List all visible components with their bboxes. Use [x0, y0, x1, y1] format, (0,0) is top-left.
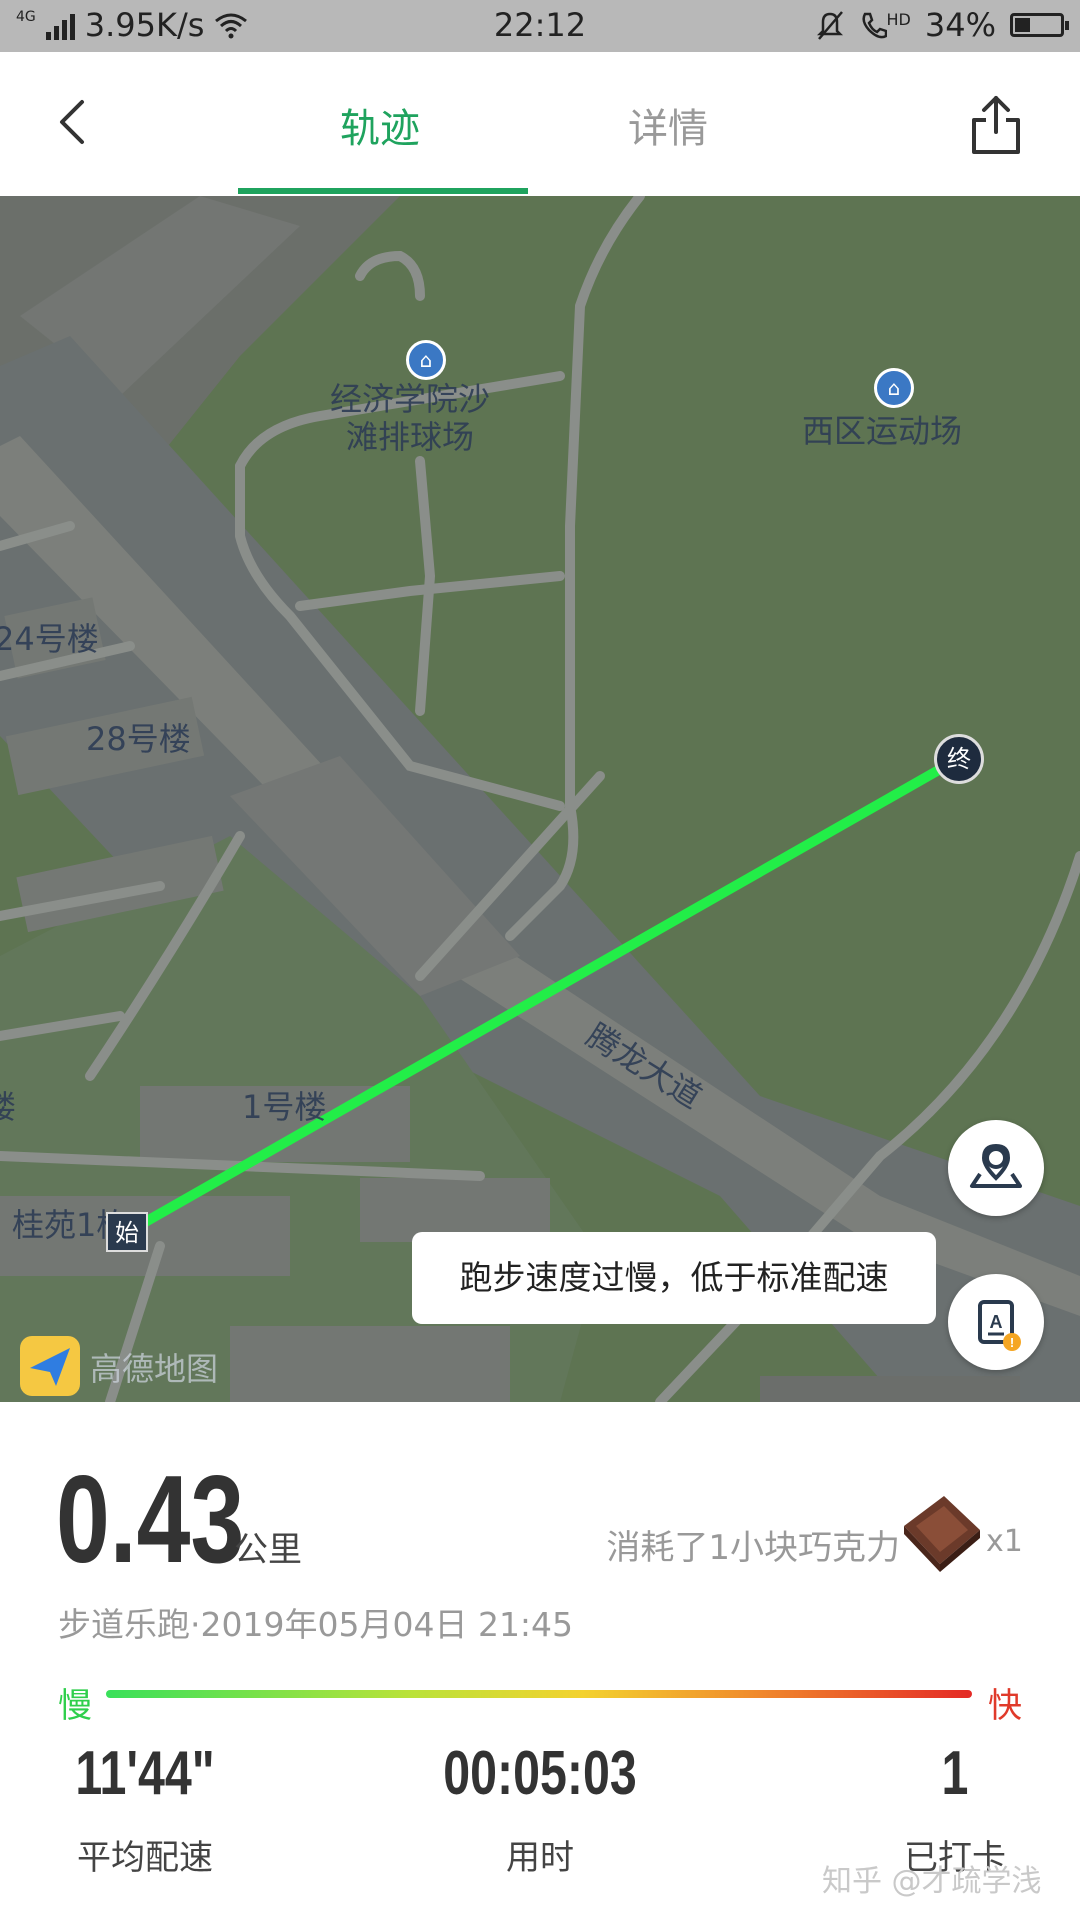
map-provider-logo-text: 高德地图 [90, 1350, 219, 1388]
battery-icon [1010, 13, 1069, 37]
back-icon[interactable] [46, 92, 106, 152]
amap-logo-icon [20, 1336, 80, 1396]
checkin-value: 1 [941, 1739, 969, 1808]
avg-pace-value: 11'44" [75, 1739, 215, 1808]
start-marker[interactable]: 始 [106, 1212, 148, 1252]
map-canvas [0, 196, 1080, 1402]
report-button[interactable]: A ! [948, 1274, 1044, 1370]
status-bar: 4G 3.95K/s 22:12 HD 34% [0, 0, 1080, 52]
pace-warning-toast: 跑步速度过慢，低于标准配速 [412, 1232, 936, 1324]
report-warning-icon: A ! [978, 1300, 1021, 1351]
fast-label: 快 [988, 1686, 1022, 1726]
location-pin-icon [970, 1143, 1022, 1188]
poi-label-beach-volleyball[interactable]: 经济学院沙 滩排球场 [330, 380, 490, 456]
run-summary-panel: 0.43 公里 消耗了1小块巧克力 x1 步道乐跑·2019年05月04日 21… [0, 1402, 1080, 1920]
battery-percent: 34% [924, 6, 996, 44]
distance-value: 0.43 [56, 1451, 245, 1589]
avg-pace-label: 平均配速 [77, 1838, 213, 1878]
location-button[interactable] [948, 1120, 1044, 1216]
distance-unit: 公里 [234, 1530, 302, 1570]
share-icon[interactable] [966, 92, 1026, 158]
chocolate-icon [904, 1496, 980, 1572]
building-label-28: 28号楼 [86, 720, 191, 758]
bell-muted-icon [816, 11, 843, 40]
hd-label: HD [886, 10, 911, 29]
tab-track[interactable]: 轨迹 [340, 96, 420, 154]
building-label-edge: 楼 [0, 1088, 17, 1126]
end-marker[interactable]: 终 [934, 734, 984, 784]
calories-multiplier: x1 [986, 1524, 1023, 1559]
slow-label: 慢 [58, 1686, 92, 1726]
poi-volleyball-icon[interactable]: ⌂ [406, 340, 446, 380]
calories-text: 消耗了1小块巧克力 [606, 1528, 900, 1568]
poi-stadium-icon[interactable]: ⌂ [874, 368, 914, 408]
status-right: HD 34% [815, 6, 1069, 44]
svg-text:!: ! [1010, 1335, 1014, 1350]
watermark: 知乎 @才疏学浅 [822, 1864, 1042, 1899]
tab-detail[interactable]: 详情 [628, 96, 708, 154]
header: 轨迹 详情 [0, 52, 1080, 196]
run-meta: 步道乐跑·2019年05月04日 21:45 [58, 1605, 574, 1644]
active-tab-indicator [238, 188, 528, 194]
duration-value: 00:05:03 [443, 1739, 637, 1808]
map-view[interactable]: ⌂ 经济学院沙 滩排球场 ⌂ 西区运动场 24号楼 28号楼 1号楼 桂苑1栋 … [0, 196, 1080, 1402]
duration-label: 用时 [506, 1838, 574, 1878]
building-label-1: 1号楼 [242, 1088, 327, 1126]
hd-call-icon: HD [859, 10, 911, 40]
building-label-24: 24号楼 [0, 620, 99, 658]
speed-gradient-bar [106, 1690, 972, 1698]
poi-label-west-stadium[interactable]: 西区运动场 [802, 412, 962, 450]
svg-text:A: A [990, 1312, 1003, 1332]
